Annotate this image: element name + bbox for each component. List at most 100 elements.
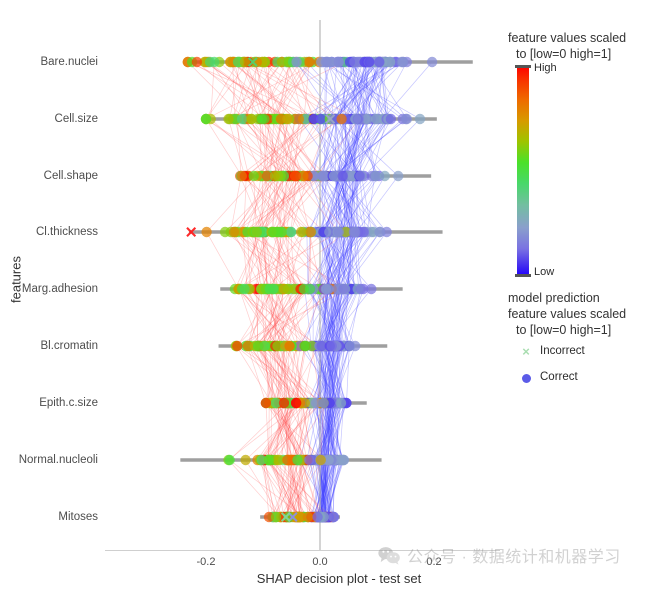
shap-point xyxy=(204,56,216,68)
shap-point xyxy=(320,283,332,295)
x-tick-0: -0.2 xyxy=(196,556,216,568)
shap-point xyxy=(232,340,243,352)
feature-label-bare-nuclei: Bare.nuclei xyxy=(40,56,98,68)
legend-label-correct: Correct xyxy=(540,371,578,383)
legend: feature values scaled to [low=0 high=1] … xyxy=(508,30,664,390)
shap-point xyxy=(304,454,315,466)
legend-label-incorrect: Incorrect xyxy=(540,345,585,357)
shap-point xyxy=(397,56,409,68)
cross-marker-icon: × xyxy=(512,345,540,358)
x-tick-2: 0.2 xyxy=(426,556,442,568)
feature-label-cell-size: Cell.size xyxy=(54,113,98,125)
shap-point xyxy=(338,454,349,466)
colorbar: High Low xyxy=(508,62,664,278)
shap-point xyxy=(304,56,315,68)
shap-point xyxy=(298,283,310,295)
shap-point xyxy=(292,454,303,466)
colorbar-cap-bottom xyxy=(515,274,531,277)
shap-point xyxy=(248,170,259,182)
shap-point xyxy=(364,56,375,68)
colorbar-label-low: Low xyxy=(534,266,555,278)
shap-point xyxy=(305,226,316,238)
shap-point xyxy=(260,397,272,409)
shap-point xyxy=(321,56,332,68)
shap-point xyxy=(335,397,347,409)
feature-label-mitoses: Mitoses xyxy=(58,511,98,523)
shap-point xyxy=(289,170,301,182)
shap-point xyxy=(223,113,234,125)
shap-point xyxy=(275,113,286,125)
shap-point xyxy=(370,170,382,182)
shap-point xyxy=(236,113,248,125)
prediction-title-line3: to [low=0 high=1] xyxy=(516,323,612,337)
legend-item-correct: Correct xyxy=(508,364,664,390)
shap-point xyxy=(278,397,290,409)
x-tick-1: 0.0 xyxy=(312,556,328,568)
shap-point xyxy=(337,170,348,182)
shap-point xyxy=(344,340,356,352)
shap-point xyxy=(338,283,349,295)
prediction-title-line2: feature values scaled xyxy=(508,307,627,321)
shap-point xyxy=(317,170,328,182)
x-axis-line xyxy=(105,550,500,551)
dot-glyph xyxy=(521,373,531,383)
plot-canvas xyxy=(180,20,473,550)
shap-point xyxy=(239,283,250,295)
shap-point xyxy=(295,226,307,238)
shap-decision-plot: Bare.nuclei Cell.size Cell.shape Cl.thickne… xyxy=(0,0,664,589)
shap-point xyxy=(284,340,295,352)
shap-point xyxy=(384,56,396,68)
shap-point xyxy=(263,454,275,466)
shap-point xyxy=(336,113,347,125)
shap-point xyxy=(349,226,361,238)
prediction-title-line1: model prediction xyxy=(508,291,600,305)
x-axis-title: SHAP decision plot - test set xyxy=(256,571,422,586)
shap-point xyxy=(371,113,382,125)
shap-point xyxy=(240,454,251,466)
shap-point xyxy=(328,511,339,523)
shap-point xyxy=(228,226,240,238)
shap-point xyxy=(393,170,404,182)
shap-point xyxy=(268,283,279,295)
shap-point xyxy=(385,113,397,125)
shap-point xyxy=(426,56,438,68)
feature-label-cl-thickness: Cl.thickness xyxy=(36,226,98,238)
shap-point xyxy=(333,56,344,68)
shap-point xyxy=(253,340,264,352)
y-axis-title: features xyxy=(8,256,24,303)
colorbar-title-line1: feature values scaled xyxy=(508,31,627,45)
shap-point xyxy=(191,56,203,68)
plot-area xyxy=(105,20,500,550)
shap-point xyxy=(302,511,314,523)
feature-label-bl-cromatin: Bl.cromatin xyxy=(40,340,98,352)
shap-point xyxy=(291,397,302,409)
shap-point xyxy=(379,170,390,182)
feature-label-cell-shape: Cell.shape xyxy=(43,170,98,182)
dot-marker-icon xyxy=(512,371,540,384)
shap-point xyxy=(374,226,385,238)
colorbar-label-high: High xyxy=(534,62,557,74)
colorbar-cap-top xyxy=(515,65,531,68)
feature-label-epith-c-size: Epith.c.size xyxy=(39,397,98,409)
shap-point xyxy=(300,340,312,352)
shap-point xyxy=(374,56,385,68)
shap-point xyxy=(312,511,323,523)
shap-point xyxy=(251,226,262,238)
cross-glyph: × xyxy=(522,343,530,359)
shap-point xyxy=(224,454,235,466)
shap-point xyxy=(276,226,287,238)
legend-item-incorrect: × Incorrect xyxy=(508,338,664,364)
shap-point xyxy=(355,283,366,295)
shap-point xyxy=(333,226,344,238)
shap-point xyxy=(269,170,281,182)
shap-point xyxy=(315,113,326,125)
shap-point xyxy=(326,340,337,352)
shap-point xyxy=(200,113,212,125)
shap-point xyxy=(315,454,326,466)
shap-point xyxy=(366,283,377,295)
shap-point xyxy=(256,113,267,125)
shap-point xyxy=(285,226,297,238)
shap-point xyxy=(201,226,212,238)
shap-point xyxy=(236,170,247,182)
shap-point xyxy=(400,113,412,125)
